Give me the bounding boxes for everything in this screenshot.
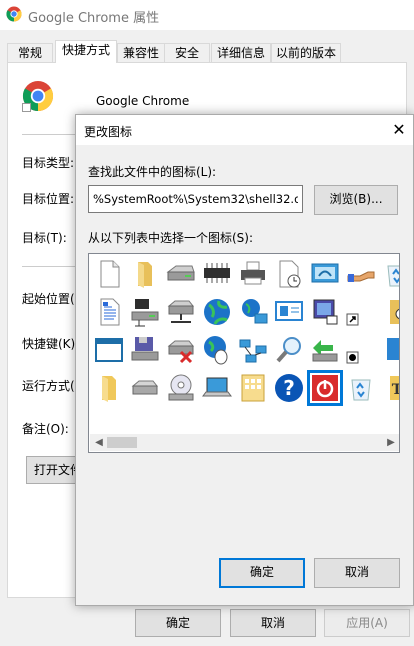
recycle-bin-empty-icon[interactable] bbox=[343, 370, 379, 406]
network-drive-icon[interactable] bbox=[127, 294, 163, 330]
clock-document-icon[interactable] bbox=[271, 256, 307, 292]
tab-shortcut[interactable]: 快捷方式 bbox=[55, 40, 117, 63]
properties-window-title: Google Chrome 属性 bbox=[28, 11, 160, 26]
dark-shortcut-icon[interactable] bbox=[343, 332, 379, 368]
globe-mouse-icon[interactable] bbox=[199, 332, 235, 368]
network-globe-icon[interactable] bbox=[235, 294, 271, 330]
dialog-title: 更改图标 bbox=[84, 125, 133, 139]
open-file-location-button[interactable]: 打开文件 bbox=[26, 456, 82, 484]
hand-share-icon[interactable] bbox=[343, 256, 379, 292]
app-name: Google Chrome bbox=[96, 94, 190, 108]
drive-icon[interactable] bbox=[163, 256, 199, 292]
divider bbox=[22, 134, 76, 135]
icon-list-label: 从以下列表中选择一个图标(S): bbox=[88, 231, 254, 245]
ok-button[interactable]: 确定 bbox=[219, 558, 305, 588]
horizontal-scrollbar[interactable]: ◀ ▶ bbox=[90, 434, 399, 451]
icon-file-path-input[interactable] bbox=[88, 185, 303, 213]
text-document-icon[interactable] bbox=[91, 294, 127, 330]
tab-details[interactable]: 详细信息 bbox=[211, 43, 271, 63]
folder-yellow-icon[interactable] bbox=[91, 370, 127, 406]
svg-text:?: ? bbox=[283, 376, 295, 400]
network-server-icon[interactable] bbox=[163, 294, 199, 330]
shutdown-icon[interactable] bbox=[307, 370, 343, 406]
help-icon[interactable]: ? bbox=[271, 370, 307, 406]
scroll-right-icon[interactable]: ▶ bbox=[384, 434, 398, 451]
change-icon-dialog: 更改图标 ✕ 查找此文件中的图标(L): 浏览(B)... 从以下列表中选择一个… bbox=[75, 114, 414, 606]
target-type-label: 目标类型: bbox=[22, 156, 75, 170]
target-label: 目标(T): bbox=[22, 231, 67, 245]
target-location-label: 目标位置: bbox=[22, 192, 75, 206]
properties-cancel-button[interactable]: 取消 bbox=[230, 609, 316, 637]
tab-compatibility[interactable]: 兼容性 bbox=[117, 43, 165, 63]
icon-list[interactable]: ? T ◀ ▶ bbox=[88, 253, 400, 453]
comment-label: 备注(O): bbox=[22, 422, 69, 436]
green-arrow-icon[interactable] bbox=[307, 332, 343, 368]
floppy-disk-icon[interactable] bbox=[127, 332, 163, 368]
shortcut-overlay-icon bbox=[22, 103, 31, 112]
cd-drive-icon[interactable] bbox=[163, 370, 199, 406]
presentation-icon[interactable] bbox=[271, 294, 307, 330]
shortcut-arrow-icon[interactable] bbox=[343, 294, 379, 330]
tab-general[interactable]: 常规 bbox=[7, 43, 53, 63]
memory-chip-icon[interactable] bbox=[199, 256, 235, 292]
network-icon[interactable] bbox=[235, 332, 271, 368]
monitor-shortcut-icon[interactable] bbox=[307, 294, 343, 330]
printer-icon[interactable] bbox=[235, 256, 271, 292]
close-icon[interactable]: ✕ bbox=[388, 119, 410, 141]
run-label: 运行方式(R bbox=[22, 379, 84, 393]
folder-icon[interactable] bbox=[127, 256, 163, 292]
scroll-left-icon[interactable]: ◀ bbox=[92, 434, 106, 451]
shortcut-key-label: 快捷键(K): bbox=[22, 337, 80, 351]
grid-folder-icon[interactable] bbox=[235, 370, 271, 406]
font-icon[interactable]: T bbox=[379, 370, 400, 406]
recycle-bin-full-icon[interactable] bbox=[379, 256, 399, 292]
hard-drive-icon[interactable] bbox=[127, 370, 163, 406]
drive-error-icon[interactable] bbox=[163, 332, 199, 368]
control-panel-icon[interactable] bbox=[307, 256, 343, 292]
search-icon[interactable] bbox=[271, 332, 307, 368]
globe-icon[interactable] bbox=[199, 294, 235, 330]
properties-titlebar: Google Chrome 属性 bbox=[0, 0, 414, 30]
find-icons-label: 查找此文件中的图标(L): bbox=[88, 165, 217, 179]
dialog-titlebar: 更改图标 ✕ bbox=[76, 115, 413, 145]
window-icon[interactable] bbox=[91, 332, 127, 368]
folder-search-icon[interactable] bbox=[379, 294, 399, 330]
divider bbox=[22, 266, 76, 267]
tab-security[interactable]: 安全 bbox=[164, 43, 210, 63]
blue-panel-icon[interactable] bbox=[379, 332, 399, 368]
start-in-label: 起始位置(S bbox=[22, 292, 83, 306]
blank-document-icon[interactable] bbox=[91, 256, 127, 292]
properties-apply-button[interactable]: 应用(A) bbox=[324, 609, 410, 637]
cancel-button[interactable]: 取消 bbox=[314, 558, 400, 588]
properties-ok-button[interactable]: 确定 bbox=[135, 609, 221, 637]
tab-previous-versions[interactable]: 以前的版本 bbox=[271, 43, 341, 63]
browse-button[interactable]: 浏览(B)... bbox=[314, 185, 398, 215]
svg-text:T: T bbox=[392, 382, 400, 398]
tab-strip: 常规 快捷方式 兼容性 安全 详细信息 以前的版本 bbox=[0, 40, 414, 63]
scroll-thumb[interactable] bbox=[107, 437, 137, 448]
chrome-logo-icon bbox=[6, 6, 22, 22]
laptop-icon[interactable] bbox=[199, 370, 235, 406]
